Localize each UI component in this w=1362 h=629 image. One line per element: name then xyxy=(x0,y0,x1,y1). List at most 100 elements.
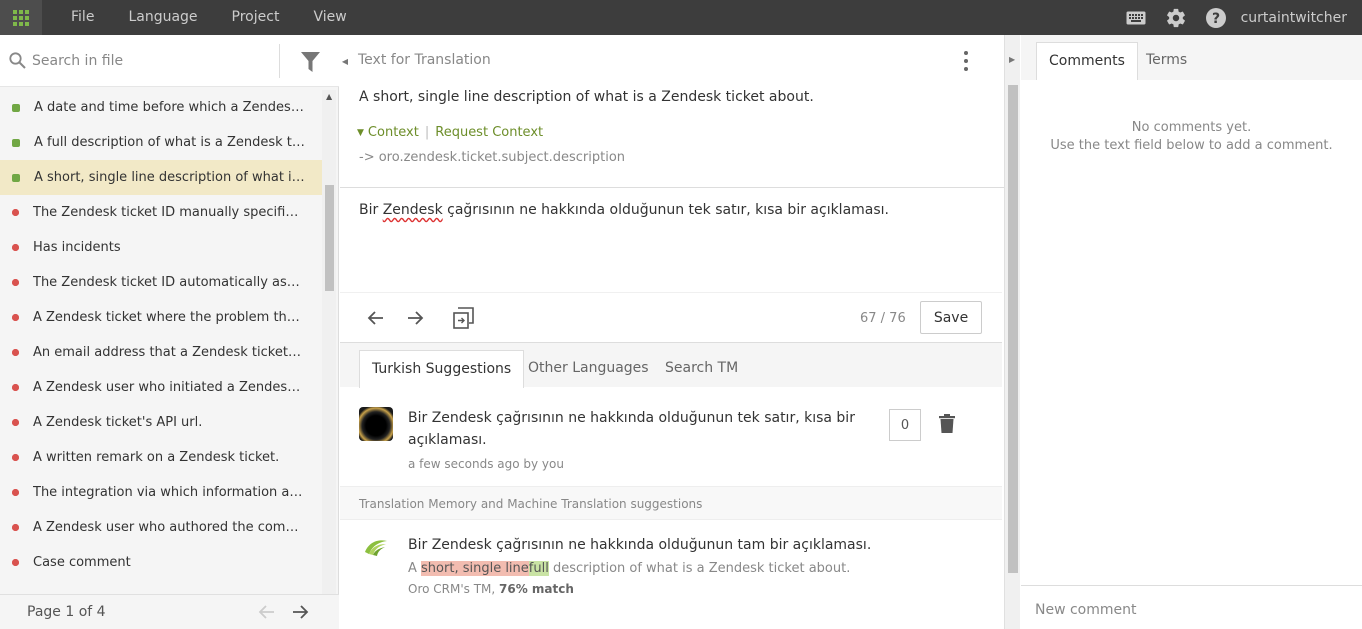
translated-status-icon xyxy=(12,173,20,182)
filter-icon[interactable] xyxy=(301,52,320,76)
list-item-text: A short, single line description of what… xyxy=(34,170,306,185)
tm-origin-prefix: Oro CRM's TM, xyxy=(408,582,500,596)
list-item-text: The Zendesk ticket ID automatically assi… xyxy=(33,275,305,290)
suggestion-text[interactable]: Bir Zendesk çağrısının ne hakkında olduğ… xyxy=(408,407,868,451)
apps-grid-icon xyxy=(13,9,29,26)
context-row: ▼ Context | Request Context xyxy=(357,125,543,140)
translated-status-icon xyxy=(12,138,20,147)
apps-menu-button[interactable] xyxy=(0,0,42,35)
next-page-icon[interactable] xyxy=(291,603,309,625)
scroll-up-icon[interactable]: ▲ xyxy=(326,92,332,101)
untranslated-status-icon xyxy=(12,559,19,566)
more-options-icon[interactable] xyxy=(960,51,972,71)
list-item[interactable]: A Zendesk ticket's API url. xyxy=(0,405,322,440)
list-item[interactable]: A Zendesk user who initiated a Zendesk t… xyxy=(0,370,322,405)
page-label: Page 1 of 4 xyxy=(27,604,106,620)
username[interactable]: curtaintwitcher xyxy=(1241,10,1347,26)
trash-icon[interactable] xyxy=(939,414,955,437)
list-item[interactable]: A short, single line description of what… xyxy=(0,160,322,195)
tm-source-inserted: full xyxy=(528,561,549,576)
list-item-text: A full description of what is a Zendesk … xyxy=(34,135,306,150)
menu-project[interactable]: Project xyxy=(215,0,297,35)
untranslated-status-icon xyxy=(12,454,19,461)
list-item[interactable]: The integration via which information ab… xyxy=(0,475,322,510)
editor-scrollbar[interactable]: ▶ xyxy=(1004,35,1020,629)
list-scrollbar[interactable]: ▲ ▼ xyxy=(322,90,336,615)
tab-comments[interactable]: Comments xyxy=(1036,42,1138,80)
tm-text[interactable]: Bir Zendesk çağrısının ne hakkında olduğ… xyxy=(408,537,871,553)
tm-match-percent: 76% match xyxy=(499,582,574,596)
editor-panel: ◀ Text for Translation A short, single l… xyxy=(340,35,1004,629)
save-button[interactable]: Save xyxy=(920,301,982,334)
svg-text:?: ? xyxy=(1212,11,1220,27)
editor-toolbar: 67 / 76 Save xyxy=(340,292,1002,342)
list-item-text: An email address that a Zendesk ticket u… xyxy=(33,345,305,360)
request-context-link[interactable]: Request Context xyxy=(435,125,543,140)
list-scroll-thumb[interactable] xyxy=(325,185,334,291)
tab-search-tm[interactable]: Search TM xyxy=(653,350,750,388)
tm-source-prefix: A xyxy=(408,561,422,576)
previous-page-icon[interactable] xyxy=(258,603,276,625)
list-item[interactable]: An email address that a Zendesk ticket u… xyxy=(0,335,322,370)
list-item[interactable]: A full description of what is a Zendesk … xyxy=(0,125,322,160)
new-comment-input[interactable] xyxy=(1035,598,1345,622)
collapse-right-icon[interactable]: ▶ xyxy=(1009,55,1015,64)
untranslated-status-icon xyxy=(12,314,19,321)
tm-source-suffix: description of what is a Zendesk ticket … xyxy=(548,561,851,576)
list-item[interactable]: Has incidents xyxy=(0,230,322,265)
source-text: A short, single line description of what… xyxy=(359,89,814,105)
previous-string-icon[interactable] xyxy=(364,307,388,329)
menu-language[interactable]: Language xyxy=(111,0,214,35)
list-item-text: A written remark on a Zendesk ticket. xyxy=(33,450,280,465)
search-bar xyxy=(0,35,339,87)
context-key: -> oro.zendesk.ticket.subject.descriptio… xyxy=(359,150,626,165)
context-toggle[interactable]: Context xyxy=(368,125,419,140)
list-item[interactable]: The Zendesk ticket ID automatically assi… xyxy=(0,265,322,300)
tm-suggestion: Bir Zendesk çağrısının ne hakkında olduğ… xyxy=(340,520,1002,629)
list-item-text: The Zendesk ticket ID manually specified… xyxy=(33,205,305,220)
list-item[interactable]: A written remark on a Zendesk ticket. xyxy=(0,440,322,475)
search-input[interactable] xyxy=(32,47,272,75)
next-string-icon[interactable] xyxy=(403,307,427,329)
translation-text-after: çağrısının ne hakkında olduğunun tek sat… xyxy=(442,202,890,218)
keyboard-icon[interactable] xyxy=(1125,7,1147,29)
search-divider xyxy=(279,44,280,78)
list-item[interactable]: Case comment xyxy=(0,545,322,580)
untranslated-status-icon xyxy=(12,349,19,356)
empty-comments-line2: Use the text field below to add a commen… xyxy=(1050,138,1333,153)
copy-source-icon[interactable] xyxy=(451,307,475,329)
string-list: A date and time before which a Zendesk t… xyxy=(0,90,322,615)
menu-file[interactable]: File xyxy=(54,0,111,35)
translation-editor[interactable]: Bir Zendesk çağrısının ne hakkında olduğ… xyxy=(340,188,1002,293)
suggestion-tabs: Turkish Suggestions Other Languages Sear… xyxy=(340,342,1002,388)
list-item-text: Has incidents xyxy=(33,240,121,255)
gear-icon[interactable] xyxy=(1165,7,1187,29)
untranslated-status-icon xyxy=(12,419,19,426)
empty-comments-line1: No comments yet. xyxy=(1131,120,1252,135)
list-item[interactable]: A Zendesk user who authored the comment. xyxy=(0,510,322,545)
list-item[interactable]: The Zendesk ticket ID manually specified… xyxy=(0,195,322,230)
string-list-panel: A date and time before which a Zendesk t… xyxy=(0,35,339,629)
tab-turkish-suggestions[interactable]: Turkish Suggestions xyxy=(359,350,525,388)
tm-logo-icon xyxy=(364,538,388,562)
character-counter: 67 / 76 xyxy=(860,311,906,326)
translation-text-before: Bir xyxy=(359,202,383,218)
help-icon[interactable]: ? xyxy=(1205,7,1227,29)
list-item-text: The integration via which information ab… xyxy=(33,485,305,500)
untranslated-status-icon xyxy=(12,384,19,391)
collapse-left-icon[interactable]: ◀ xyxy=(340,35,350,87)
top-bar: File Language Project View ? curtaintwit… xyxy=(0,0,1362,35)
list-item[interactable]: A date and time before which a Zendesk t… xyxy=(0,90,322,125)
editor-scroll-thumb[interactable] xyxy=(1008,85,1018,573)
list-item[interactable]: A Zendesk ticket where the problem that … xyxy=(0,300,322,335)
avatar xyxy=(359,407,393,441)
suggestion-item: Bir Zendesk çağrısının ne hakkında olduğ… xyxy=(340,387,1002,487)
tab-terms[interactable]: Terms xyxy=(1134,42,1199,80)
tab-other-languages[interactable]: Other Languages xyxy=(516,350,661,388)
vote-count[interactable]: 0 xyxy=(889,409,921,441)
menu-view[interactable]: View xyxy=(296,0,363,35)
list-item-text: A Zendesk user who authored the comment. xyxy=(33,520,305,535)
untranslated-status-icon xyxy=(12,209,19,216)
comment-box xyxy=(1021,585,1362,629)
comments-panel: Comments Terms No comments yet. Use the … xyxy=(1021,35,1362,629)
